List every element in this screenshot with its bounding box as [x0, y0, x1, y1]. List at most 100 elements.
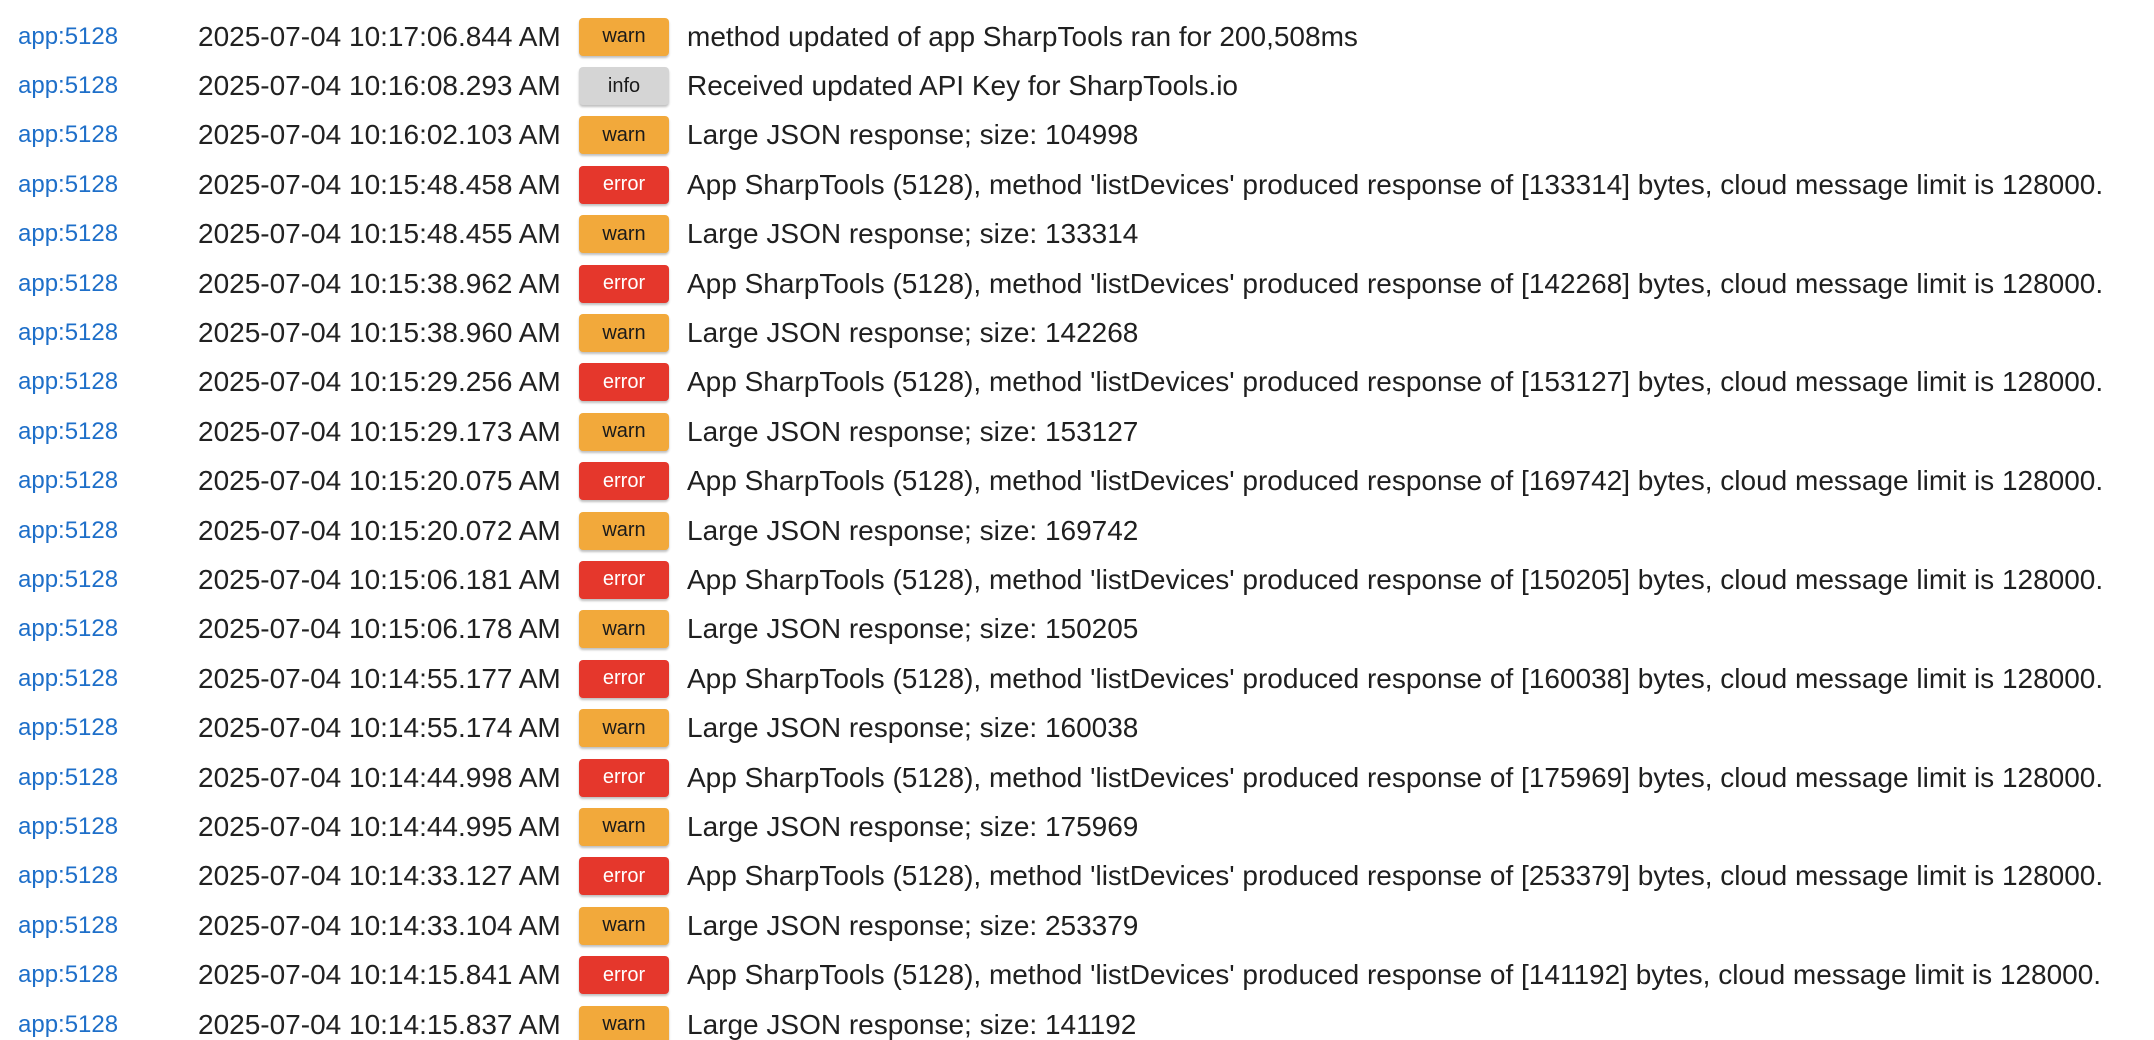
log-source-link[interactable]: app:5128: [0, 121, 198, 149]
log-source-link[interactable]: app:5128: [0, 319, 198, 347]
log-source-link[interactable]: app:5128: [0, 72, 198, 100]
log-level-badge: warn: [579, 1005, 669, 1040]
log-timestamp: 2025-07-04 10:15:48.458 AM: [198, 168, 561, 200]
log-source-link[interactable]: app:5128: [0, 467, 198, 495]
log-row: app:5128 2025-07-04 10:14:15.841 AM error A…: [0, 950, 2154, 999]
log-level-badge: error: [579, 560, 669, 599]
log-message: App SharpTools (5128), method 'listDevic…: [687, 267, 2104, 299]
log-level-badge: error: [579, 758, 669, 797]
log-message: Large JSON response; size: 133314: [687, 218, 1139, 250]
log-timestamp: 2025-07-04 10:14:44.995 AM: [198, 810, 561, 842]
log-level-badge: warn: [579, 17, 669, 56]
log-level-badge: warn: [579, 116, 669, 155]
log-message: App SharpTools (5128), method 'listDevic…: [687, 662, 2104, 694]
log-message: Large JSON response; size: 175969: [687, 810, 1139, 842]
log-message: App SharpTools (5128), method 'listDevic…: [687, 959, 2102, 991]
log-message: App SharpTools (5128), method 'listDevic…: [687, 168, 2104, 200]
log-source-link[interactable]: app:5128: [0, 418, 198, 446]
log-timestamp: 2025-07-04 10:15:38.960 AM: [198, 317, 561, 349]
log-level-badge: warn: [579, 709, 669, 748]
log-row: app:5128 2025-07-04 10:14:55.177 AM error A…: [0, 654, 2154, 703]
log-message: Large JSON response; size: 141192: [687, 1008, 1137, 1040]
log-row: app:5128 2025-07-04 10:15:06.181 AM error A…: [0, 555, 2154, 604]
log-source-link[interactable]: app:5128: [0, 912, 198, 940]
log-source-link[interactable]: app:5128: [0, 665, 198, 693]
log-source-link[interactable]: app:5128: [0, 714, 198, 742]
log-row: app:5128 2025-07-04 10:14:33.127 AM error A…: [0, 852, 2154, 901]
log-timestamp: 2025-07-04 10:15:29.256 AM: [198, 366, 561, 398]
log-source-link[interactable]: app:5128: [0, 961, 198, 989]
log-row: app:5128 2025-07-04 10:14:15.837 AM warn La…: [0, 1000, 2154, 1040]
log-timestamp: 2025-07-04 10:14:15.837 AM: [198, 1008, 561, 1040]
log-timestamp: 2025-07-04 10:14:15.841 AM: [198, 959, 561, 991]
log-source-link[interactable]: app:5128: [0, 220, 198, 248]
log-level-badge: warn: [579, 314, 669, 353]
log-source-link[interactable]: app:5128: [0, 171, 198, 199]
log-source-link[interactable]: app:5128: [0, 615, 198, 643]
log-timestamp: 2025-07-04 10:15:20.075 AM: [198, 465, 561, 497]
log-level-badge: warn: [579, 807, 669, 846]
log-level-badge: warn: [579, 215, 669, 254]
log-row: app:5128 2025-07-04 10:14:44.995 AM warn La…: [0, 802, 2154, 851]
log-timestamp: 2025-07-04 10:15:29.173 AM: [198, 415, 561, 447]
log-message: Large JSON response; size: 142268: [687, 317, 1139, 349]
log-level-badge: warn: [579, 610, 669, 649]
log-timestamp: 2025-07-04 10:14:55.177 AM: [198, 662, 561, 694]
log-level-badge: error: [579, 363, 669, 402]
log-source-link[interactable]: app:5128: [0, 368, 198, 396]
log-message: App SharpTools (5128), method 'listDevic…: [687, 465, 2104, 497]
log-row: app:5128 2025-07-04 10:15:48.458 AM error A…: [0, 160, 2154, 209]
log-source-link[interactable]: app:5128: [0, 813, 198, 841]
log-timestamp: 2025-07-04 10:14:33.104 AM: [198, 909, 561, 941]
log-message: method updated of app SharpTools ran for…: [687, 20, 1358, 52]
log-timestamp: 2025-07-04 10:15:20.072 AM: [198, 514, 561, 546]
log-timestamp: 2025-07-04 10:16:02.103 AM: [198, 119, 561, 151]
log-row: app:5128 2025-07-04 10:15:20.072 AM warn La…: [0, 506, 2154, 555]
log-timestamp: 2025-07-04 10:17:06.844 AM: [198, 20, 561, 52]
log-level-badge: error: [579, 462, 669, 501]
log-timestamp: 2025-07-04 10:14:55.174 AM: [198, 712, 561, 744]
log-level-badge: error: [579, 857, 669, 896]
log-level-badge: warn: [579, 906, 669, 945]
log-row: app:5128 2025-07-04 10:15:48.455 AM warn La…: [0, 210, 2154, 259]
log-timestamp: 2025-07-04 10:15:48.455 AM: [198, 218, 561, 250]
log-source-link[interactable]: app:5128: [0, 270, 198, 298]
log-message: Large JSON response; size: 253379: [687, 909, 1139, 941]
log-level-badge: error: [579, 165, 669, 204]
log-source-link[interactable]: app:5128: [0, 566, 198, 594]
log-row: app:5128 2025-07-04 10:15:29.173 AM warn La…: [0, 407, 2154, 456]
log-message: Large JSON response; size: 104998: [687, 119, 1139, 151]
log-row: app:5128 2025-07-04 10:15:38.960 AM warn La…: [0, 308, 2154, 357]
log-row: app:5128 2025-07-04 10:17:06.844 AM warn me…: [0, 12, 2154, 61]
log-message: Large JSON response; size: 150205: [687, 613, 1139, 645]
log-message: App SharpTools (5128), method 'listDevic…: [687, 761, 2104, 793]
log-level-badge: warn: [579, 511, 669, 550]
log-level-badge: error: [579, 659, 669, 698]
log-level-badge: error: [579, 264, 669, 303]
log-level-badge: warn: [579, 412, 669, 451]
log-row: app:5128 2025-07-04 10:15:06.178 AM warn La…: [0, 605, 2154, 654]
log-row: app:5128 2025-07-04 10:15:29.256 AM error A…: [0, 358, 2154, 407]
log-timestamp: 2025-07-04 10:15:38.962 AM: [198, 267, 561, 299]
log-message: Received updated API Key for SharpTools.…: [687, 70, 1239, 102]
log-row: app:5128 2025-07-04 10:15:20.075 AM error A…: [0, 457, 2154, 506]
log-message: Large JSON response; size: 153127: [687, 415, 1139, 447]
log-row: app:5128 2025-07-04 10:14:33.104 AM warn La…: [0, 901, 2154, 950]
log-source-link[interactable]: app:5128: [0, 862, 198, 890]
log-message: Large JSON response; size: 160038: [687, 712, 1139, 744]
log-row: app:5128 2025-07-04 10:15:38.962 AM error A…: [0, 259, 2154, 308]
log-level-badge: info: [579, 67, 669, 106]
log-timestamp: 2025-07-04 10:14:44.998 AM: [198, 761, 561, 793]
log-source-link[interactable]: app:5128: [0, 23, 198, 51]
log-source-link[interactable]: app:5128: [0, 764, 198, 792]
log-message: App SharpTools (5128), method 'listDevic…: [687, 860, 2104, 892]
log-list: app:5128 2025-07-04 10:17:06.844 AM warn me…: [0, 0, 2154, 1040]
log-source-link[interactable]: app:5128: [0, 517, 198, 545]
log-row: app:5128 2025-07-04 10:14:44.998 AM error A…: [0, 753, 2154, 802]
log-row: app:5128 2025-07-04 10:16:08.293 AM info Re…: [0, 61, 2154, 110]
log-source-link[interactable]: app:5128: [0, 1011, 198, 1039]
log-message: Large JSON response; size: 169742: [687, 514, 1139, 546]
log-timestamp: 2025-07-04 10:14:33.127 AM: [198, 860, 561, 892]
log-timestamp: 2025-07-04 10:15:06.178 AM: [198, 613, 561, 645]
log-row: app:5128 2025-07-04 10:16:02.103 AM warn La…: [0, 111, 2154, 160]
